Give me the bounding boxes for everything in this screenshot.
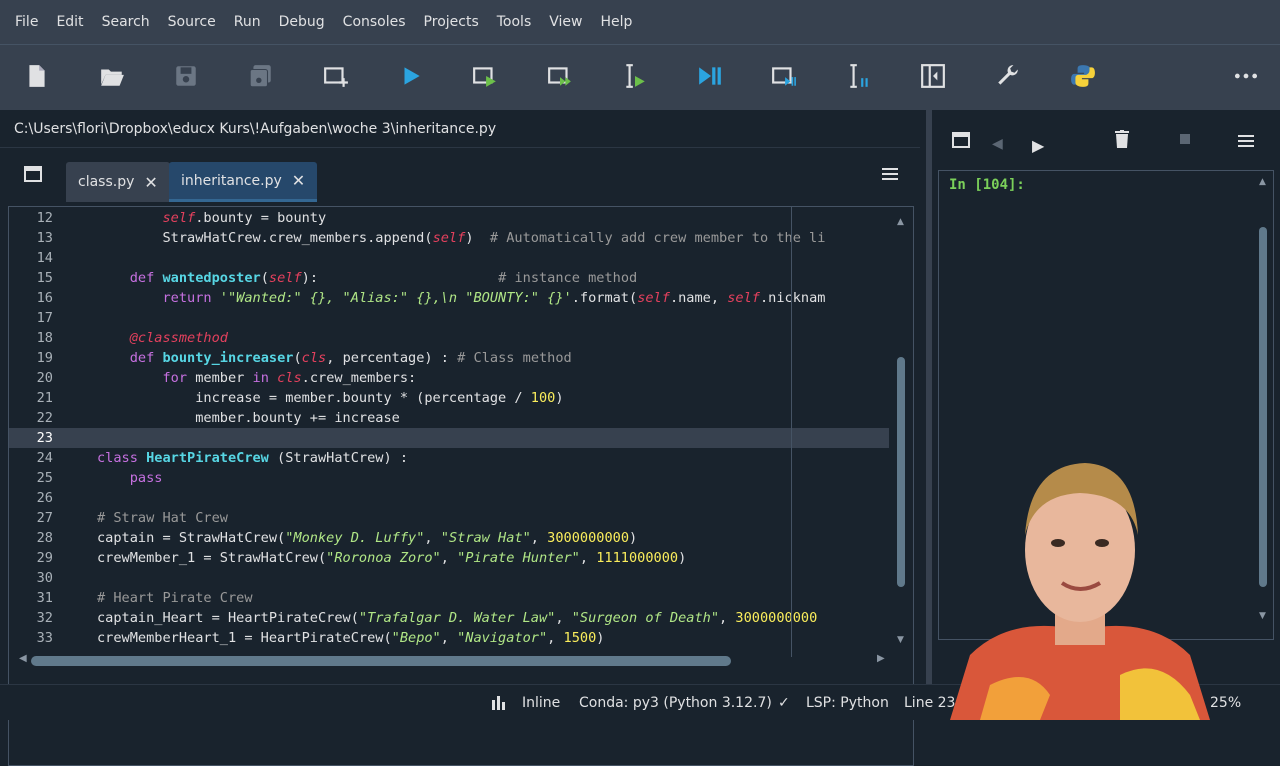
tab-inheritance-py[interactable]: inheritance.py ✕	[169, 162, 318, 202]
scrollbar-thumb[interactable]	[1259, 227, 1267, 587]
code-line: 20 for member in cls.crew_members:	[36, 370, 417, 386]
code-line: 21 increase = member.bounty * (percentag…	[36, 390, 564, 406]
menu-tools[interactable]: Tools	[488, 14, 541, 30]
status-lsp[interactable]: LSP: Python	[806, 695, 889, 711]
code-line: 19 def bounty_increaser(cls, percentage)…	[36, 350, 572, 366]
tab-label: class.py	[78, 174, 135, 190]
editor-vertical-scrollbar[interactable]: ▲ ▼	[895, 217, 907, 647]
maximize-pane-icon[interactable]	[919, 62, 947, 90]
run-selection-icon[interactable]	[621, 62, 649, 90]
menu-source[interactable]: Source	[159, 14, 225, 30]
hamburger-menu-icon[interactable]	[882, 166, 898, 180]
close-icon[interactable]: ✕	[292, 171, 305, 190]
run-icon[interactable]	[397, 62, 425, 90]
code-line: 22 member.bounty += increase	[36, 410, 400, 426]
new-cell-icon[interactable]	[322, 62, 350, 90]
code-line: 15 def wantedposter(self): # instance me…	[36, 270, 638, 286]
file-path: C:\Users\flori\Dropbox\educx Kurs\!Aufga…	[0, 110, 920, 148]
menu-run[interactable]: Run	[225, 14, 270, 30]
menu-debug[interactable]: Debug	[270, 14, 334, 30]
edge-line	[791, 207, 792, 657]
save-all-icon[interactable]	[247, 62, 275, 90]
menu-projects[interactable]: Projects	[415, 14, 488, 30]
editor-horizontal-scrollbar[interactable]	[31, 656, 731, 666]
status-inline[interactable]: Inline	[522, 695, 560, 711]
menu-bar: File Edit Search Source Run Debug Consol…	[0, 0, 1280, 44]
status-conda[interactable]: Conda: py3 (Python 3.12.7)	[579, 695, 772, 711]
menu-edit[interactable]: Edit	[47, 14, 92, 30]
menu-consoles[interactable]: Consoles	[334, 14, 415, 30]
code-line: 25 pass	[36, 470, 163, 486]
code-line: 14	[36, 250, 53, 266]
stop-icon[interactable]	[1180, 134, 1190, 144]
editor-tabbar: class.py ✕ inheritance.py ✕	[0, 148, 920, 204]
save-icon[interactable]	[172, 62, 200, 90]
menu-file[interactable]: File	[6, 14, 47, 30]
browse-tabs-icon[interactable]	[24, 166, 42, 182]
scroll-down-icon[interactable]: ▼	[897, 635, 904, 645]
run-cell-icon[interactable]	[471, 62, 499, 90]
scroll-left-icon[interactable]: ◀	[19, 653, 27, 664]
code-editor[interactable]: 12 self.bounty = bounty 13 StrawHatCrew.…	[8, 206, 914, 766]
debug-icon[interactable]	[696, 62, 724, 90]
code-line: 29 crewMember_1 = StrawHatCrew("Roronoa Z…	[36, 550, 687, 566]
console-toolbar: ◀ ▶	[932, 110, 1280, 170]
webcam-overlay	[950, 455, 1210, 720]
check-icon: ✓	[778, 695, 790, 711]
code-line: 31 # Heart Pirate Crew	[36, 590, 253, 606]
code-line: 18 @classmethod	[36, 330, 228, 346]
code-line: 30	[36, 570, 53, 586]
python-path-icon[interactable]	[1069, 62, 1097, 90]
menu-help[interactable]: Help	[591, 14, 641, 30]
code-line: 32 captain_Heart = HeartPirateCrew("Trafa…	[36, 610, 818, 626]
run-cell-advance-icon[interactable]	[546, 62, 574, 90]
browse-tabs-icon[interactable]	[952, 132, 970, 148]
scroll-right-icon[interactable]: ▶	[877, 653, 885, 664]
status-zoom: 25%	[1210, 695, 1242, 711]
debug-selection-icon[interactable]	[845, 62, 873, 90]
console-prompt: In [104]:	[949, 177, 1025, 193]
code-line: 33 crewMemberHeart_1 = HeartPirateCrew("B…	[36, 630, 605, 646]
code-line: 12 self.bounty = bounty	[36, 210, 327, 226]
code-line: 28 captain = StrawHatCrew("Monkey D. Luff…	[36, 530, 638, 546]
editor-pane: C:\Users\flori\Dropbox\educx Kurs\!Aufga…	[0, 110, 920, 766]
scroll-up-icon[interactable]: ▲	[897, 217, 904, 227]
status-line: Line 23	[904, 695, 956, 711]
code-line: 13 StrawHatCrew.crew_members.append(self…	[36, 230, 826, 246]
remove-all-variables-icon[interactable]	[1114, 130, 1130, 148]
console-vertical-scrollbar[interactable]: ▲ ▼	[1257, 177, 1269, 627]
toolbar	[0, 44, 1280, 110]
debug-cell-icon[interactable]	[770, 62, 798, 90]
code-line: 27 # Straw Hat Crew	[36, 510, 228, 526]
tab-class-py[interactable]: class.py ✕	[66, 162, 170, 202]
hamburger-menu-icon[interactable]	[1238, 133, 1254, 147]
tab-left-icon[interactable]: ◀	[992, 136, 1003, 152]
chart-icon	[492, 696, 508, 714]
tab-label: inheritance.py	[181, 172, 282, 189]
current-code-line: 23	[9, 428, 889, 448]
more-icon[interactable]	[1232, 62, 1260, 90]
new-file-icon[interactable]	[23, 62, 51, 90]
open-folder-icon[interactable]	[98, 62, 126, 90]
menu-view[interactable]: View	[540, 14, 591, 30]
menu-search[interactable]: Search	[93, 14, 159, 30]
scrollbar-thumb[interactable]	[897, 357, 905, 587]
preferences-icon[interactable]	[994, 62, 1022, 90]
close-icon[interactable]: ✕	[144, 173, 157, 192]
code-line: 26	[36, 490, 53, 506]
code-line: 24 class HeartPirateCrew (StrawHatCrew) :	[36, 450, 409, 466]
code-line: 17	[36, 310, 53, 326]
tab-right-icon[interactable]: ▶	[1032, 136, 1044, 155]
code-line: 16 return '"Wanted:" {}, "Alias:" {},\n …	[36, 290, 826, 306]
